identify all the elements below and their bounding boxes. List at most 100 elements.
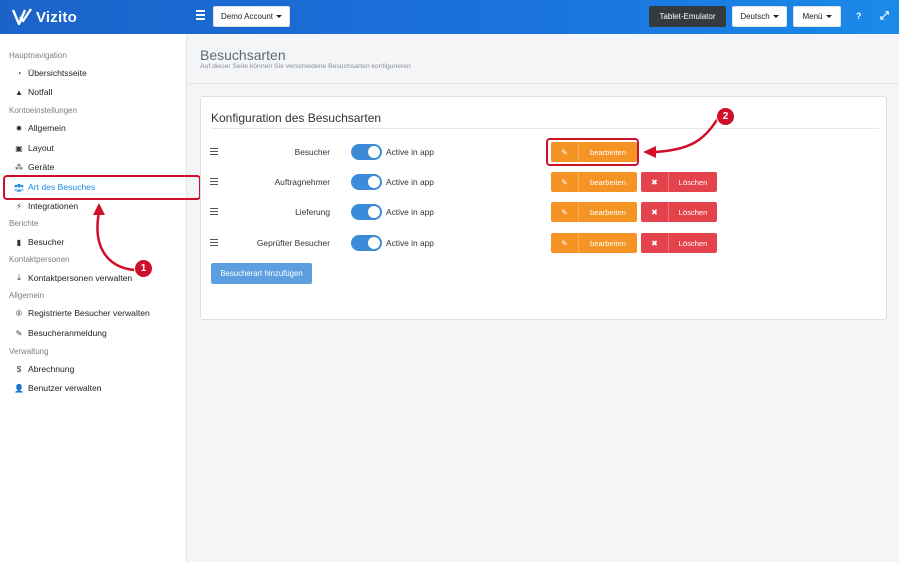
- toggle-label: Active in app: [386, 177, 434, 187]
- delete-label: Löschen: [678, 177, 708, 187]
- sidebar-item-visitor-signin[interactable]: ✎ Besucheranmeldung: [14, 326, 107, 340]
- sidebar-item-label: Registrierte Besucher verwalten: [28, 308, 150, 318]
- visit-type-name: Geprüfter Besucher: [256, 238, 330, 248]
- sidebar-item-manage-users[interactable]: 👤 Benutzer verwalten: [14, 381, 102, 395]
- annotation-badge-1: 1: [134, 259, 153, 278]
- sidebar-item-devices[interactable]: ⁂ Geräte: [14, 160, 54, 174]
- visit-type-name: Auftragnehmer: [274, 177, 330, 187]
- sidebar: Hauptnavigation ◔ Übersichtsseite ▲ Notfal…: [0, 34, 187, 562]
- tablet-emulator-button[interactable]: Tablet-Emulator: [649, 6, 726, 27]
- sidebar-item-manage-contacts[interactable]: ⤓ Kontaktpersonen verwalten: [14, 271, 132, 285]
- delete-label: Löschen: [678, 238, 708, 248]
- plug-icon: ⚡: [16, 201, 22, 211]
- visit-type-row: Besucher Active in app ✎ bearbeiten: [201, 142, 888, 162]
- active-toggle[interactable]: [351, 174, 382, 190]
- gauge-icon: ◔: [16, 68, 22, 78]
- sidebar-section-title: Kontaktpersonen: [9, 255, 70, 264]
- visit-type-name: Lieferung: [295, 207, 330, 217]
- sidebar-section-title: Berichte: [9, 219, 39, 228]
- delete-button[interactable]: ✖ Löschen: [641, 233, 717, 253]
- sidebar-item-emergency[interactable]: ▲ Notfall: [14, 85, 52, 99]
- gear-icon: ✹: [15, 123, 23, 133]
- drag-handle-icon[interactable]: [210, 178, 218, 187]
- visit-type-row: Auftragnehmer Active in app ✎ bearbeiten …: [201, 172, 888, 192]
- sidebar-item-integrations[interactable]: ⚡ Integrationen: [14, 199, 78, 213]
- sidebar-item-label: Besucheranmeldung: [28, 328, 107, 338]
- sidebar-item-overview[interactable]: ◔ Übersichtsseite: [14, 66, 87, 80]
- sidebar-item-registered-visitors[interactable]: ® Registrierte Besucher verwalten: [14, 306, 150, 320]
- sidebar-item-general[interactable]: ✹ Allgemein: [14, 121, 66, 135]
- warning-icon: ▲: [15, 87, 23, 97]
- menu-label: Menü: [802, 12, 823, 21]
- edit-button[interactable]: ✎ bearbeiten: [551, 202, 637, 222]
- language-dropdown[interactable]: Deutsch: [732, 6, 787, 27]
- menu-dropdown[interactable]: Menü: [793, 6, 841, 27]
- edit-icon: ✎: [551, 202, 579, 222]
- caret-down-icon: [276, 15, 283, 18]
- card-divider: [211, 128, 879, 129]
- visit-type-name: Besucher: [294, 147, 330, 157]
- sidebar-item-label: Allgemein: [28, 123, 66, 133]
- edit-icon: ✎: [551, 172, 579, 192]
- expand-icon[interactable]: ⤢: [880, 10, 889, 23]
- edit-button[interactable]: ✎ bearbeiten: [551, 172, 637, 192]
- dollar-icon: $: [16, 364, 22, 374]
- sidebar-section-title: Verwaltung: [9, 347, 49, 356]
- edit-highlight-box: [546, 138, 639, 166]
- vizito-logo-icon: [12, 8, 32, 26]
- account-dropdown[interactable]: Demo Account: [213, 6, 290, 27]
- caret-down-icon: [772, 15, 779, 18]
- user-plus-icon: 👤: [14, 383, 24, 393]
- sidebar-item-label: Layout: [28, 143, 54, 153]
- sidebar-item-layout[interactable]: ▣ Layout: [14, 141, 54, 155]
- image-icon: ▣: [15, 143, 23, 153]
- visit-type-row: Geprüfter Besucher Active in app ✎ bearbe…: [201, 233, 888, 253]
- page-subtitle: Auf dieser Seite können Sie verschiedene…: [200, 63, 411, 70]
- sidebar-section-title: Hauptnavigation: [9, 51, 67, 60]
- toggle-label: Active in app: [386, 147, 434, 157]
- delete-button[interactable]: ✖ Löschen: [641, 202, 717, 222]
- sidebar-item-billing[interactable]: $ Abrechnung: [14, 362, 75, 376]
- sitemap-icon: ⁂: [15, 162, 23, 172]
- sidebar-item-label: Benutzer verwalten: [28, 383, 102, 393]
- toggle-label: Active in app: [386, 207, 434, 217]
- active-toggle[interactable]: [351, 204, 382, 220]
- drag-handle-icon[interactable]: [210, 148, 218, 157]
- toggle-label: Active in app: [386, 238, 434, 248]
- close-icon: ✖: [641, 233, 669, 253]
- card-title: Konfiguration des Besuchsarten: [211, 111, 382, 125]
- edit-icon: ✎: [551, 233, 579, 253]
- download-icon: ⤓: [17, 273, 21, 282]
- help-icon[interactable]: ?: [856, 11, 862, 21]
- top-bar: Vizito Demo Account Tablet-Emulator Deut…: [0, 0, 899, 34]
- page-title: Besuchsarten: [200, 47, 286, 63]
- app-name: Vizito: [36, 8, 77, 26]
- book-icon: ▮: [16, 237, 22, 247]
- app-logo[interactable]: Vizito: [12, 8, 77, 26]
- edit-label: bearbeiten: [590, 207, 626, 217]
- registered-icon: ®: [16, 308, 22, 318]
- drag-handle-icon[interactable]: [210, 239, 218, 248]
- sidebar-section-title: Kontoeinstellungen: [9, 106, 78, 115]
- delete-label: Löschen: [678, 207, 708, 217]
- edit-label: bearbeiten: [590, 238, 626, 248]
- close-icon: ✖: [641, 202, 669, 222]
- edit-button[interactable]: ✎ bearbeiten: [551, 233, 637, 253]
- sidebar-item-label: Abrechnung: [28, 364, 75, 374]
- visit-types-card: Konfiguration des Besuchsarten Besucher …: [200, 96, 887, 320]
- caret-down-icon: [825, 15, 832, 18]
- active-toggle[interactable]: [351, 235, 382, 251]
- add-visit-type-button[interactable]: Besucherart hinzufügen: [211, 263, 312, 284]
- annotation-badge-2: 2: [716, 107, 735, 126]
- drag-handle-icon[interactable]: [210, 208, 218, 217]
- language-label: Deutsch: [740, 12, 770, 21]
- sidebar-item-label: Integrationen: [28, 201, 79, 211]
- sidebar-item-visitors-report[interactable]: ▮ Besucher: [14, 235, 65, 249]
- hamburger-menu-icon[interactable]: [196, 10, 205, 22]
- pencil-icon: ✎: [15, 328, 23, 338]
- sidebar-item-label: Besucher: [28, 237, 65, 247]
- sidebar-item-label: Kontaktpersonen verwalten: [28, 273, 133, 283]
- active-toggle[interactable]: [351, 144, 382, 160]
- delete-button[interactable]: ✖ Löschen: [641, 172, 717, 192]
- header-divider: [187, 83, 899, 84]
